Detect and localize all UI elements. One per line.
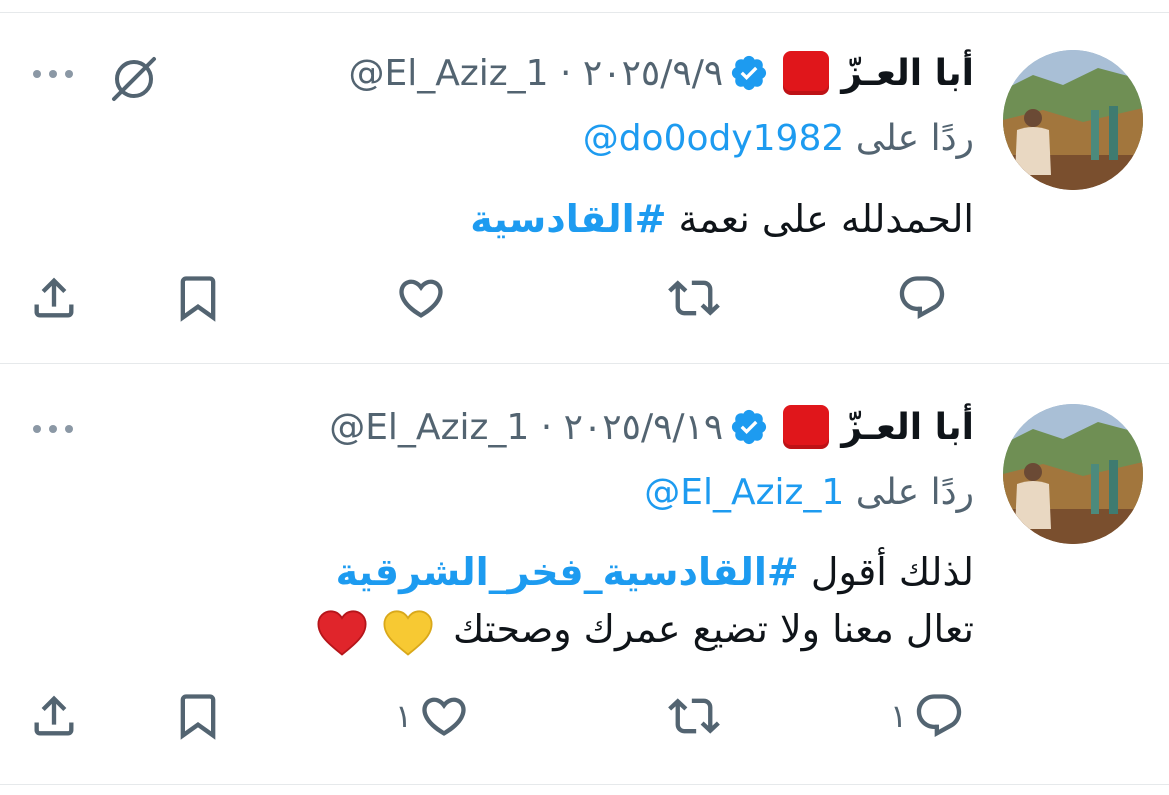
action-bar bbox=[0, 268, 1169, 328]
reply-icon bbox=[899, 276, 945, 320]
reply-prefix: ردًا على bbox=[855, 472, 974, 513]
avatar[interactable] bbox=[1003, 50, 1143, 190]
handle-and-date[interactable]: @El_Aziz_1 · ٢٠٢٥/٩/٩ bbox=[349, 53, 724, 94]
red-square-emoji-icon bbox=[783, 51, 830, 95]
tweet-header: أبا العـزّ @El_Aziz_1 · ٢٠٢٥/٩/٩ bbox=[349, 48, 974, 98]
yellow-heart-emoji-icon bbox=[383, 609, 433, 656]
retweet-icon bbox=[668, 280, 720, 316]
bookmark-button[interactable] bbox=[172, 268, 224, 328]
share-icon bbox=[34, 695, 74, 736]
verified-badge-icon bbox=[729, 53, 769, 93]
tweet-text-line-1: لذلك أقول #القادسية_فخر_الشرقية bbox=[309, 544, 974, 601]
reply-button[interactable] bbox=[890, 268, 948, 328]
reply-icon bbox=[916, 694, 962, 738]
tweet-text: لذلك أقول #القادسية_فخر_الشرقية تعال معن… bbox=[309, 544, 974, 658]
bookmark-icon bbox=[180, 276, 216, 322]
grok-icon[interactable] bbox=[108, 53, 160, 105]
bookmark-button[interactable] bbox=[172, 686, 224, 746]
reply-context: ردًا على @do0ody1982 bbox=[583, 118, 974, 159]
more-horizontal-icon[interactable] bbox=[32, 69, 74, 79]
like-button[interactable]: ١ bbox=[395, 686, 470, 746]
retweet-button[interactable] bbox=[668, 268, 720, 328]
tweet-text: الحمدلله على نعمة #القادسية bbox=[470, 191, 974, 248]
handle-and-date[interactable]: @El_Aziz_1 · ٢٠٢٥/٩/١٩ bbox=[329, 407, 723, 448]
verified-badge-icon bbox=[729, 407, 769, 447]
heart-icon bbox=[399, 279, 443, 318]
avatar-photo bbox=[1003, 50, 1143, 190]
tweet-text-plain: لذلك أقول bbox=[798, 550, 974, 594]
share-button[interactable] bbox=[28, 686, 80, 746]
retweet-icon bbox=[668, 698, 720, 734]
display-name[interactable]: أبا العـزّ bbox=[841, 53, 974, 94]
tweet-2[interactable]: أبا العـزّ @El_Aziz_1 · ٢٠٢٥/٩/١٩ ردًا ع… bbox=[0, 364, 1169, 785]
tweet-text-line-2-text: تعال معنا ولا تضيع عمرك وصحتك bbox=[452, 607, 974, 651]
display-name[interactable]: أبا العـزّ bbox=[841, 407, 974, 448]
action-bar: ١ ١ bbox=[0, 686, 1169, 746]
red-heart-emoji-icon bbox=[317, 609, 367, 656]
tweet-text-line-2: تعال معنا ولا تضيع عمرك وصحتك bbox=[309, 601, 974, 658]
tweet-1[interactable]: أبا العـزّ @El_Aziz_1 · ٢٠٢٥/٩/٩ ردًا عل… bbox=[0, 13, 1169, 364]
share-button[interactable] bbox=[28, 268, 80, 328]
reply-to-handle[interactable]: @El_Aziz_1 bbox=[644, 472, 844, 513]
reply-count: ١ bbox=[890, 697, 908, 735]
reply-to-handle[interactable]: @do0ody1982 bbox=[583, 118, 845, 159]
red-square-emoji-icon bbox=[783, 405, 830, 449]
avatar[interactable] bbox=[1003, 404, 1143, 544]
bookmark-icon bbox=[180, 694, 216, 740]
heart-icon bbox=[422, 697, 466, 736]
like-button[interactable] bbox=[395, 268, 453, 328]
reply-context: ردًا على @El_Aziz_1 bbox=[644, 472, 974, 513]
like-count: ١ bbox=[395, 697, 413, 735]
reply-prefix: ردًا على bbox=[855, 118, 974, 159]
reply-button[interactable]: ١ bbox=[890, 686, 965, 746]
hashtag-link[interactable]: #القادسية_فخر_الشرقية bbox=[336, 550, 799, 594]
share-icon bbox=[34, 277, 74, 318]
tweet-header: أبا العـزّ @El_Aziz_1 · ٢٠٢٥/٩/١٩ bbox=[329, 402, 974, 452]
more-horizontal-icon[interactable] bbox=[32, 424, 74, 434]
retweet-button[interactable] bbox=[668, 686, 720, 746]
hashtag-link[interactable]: #القادسية bbox=[470, 197, 666, 241]
tweet-text-plain: الحمدلله على نعمة bbox=[666, 197, 974, 241]
avatar-photo bbox=[1003, 404, 1143, 544]
